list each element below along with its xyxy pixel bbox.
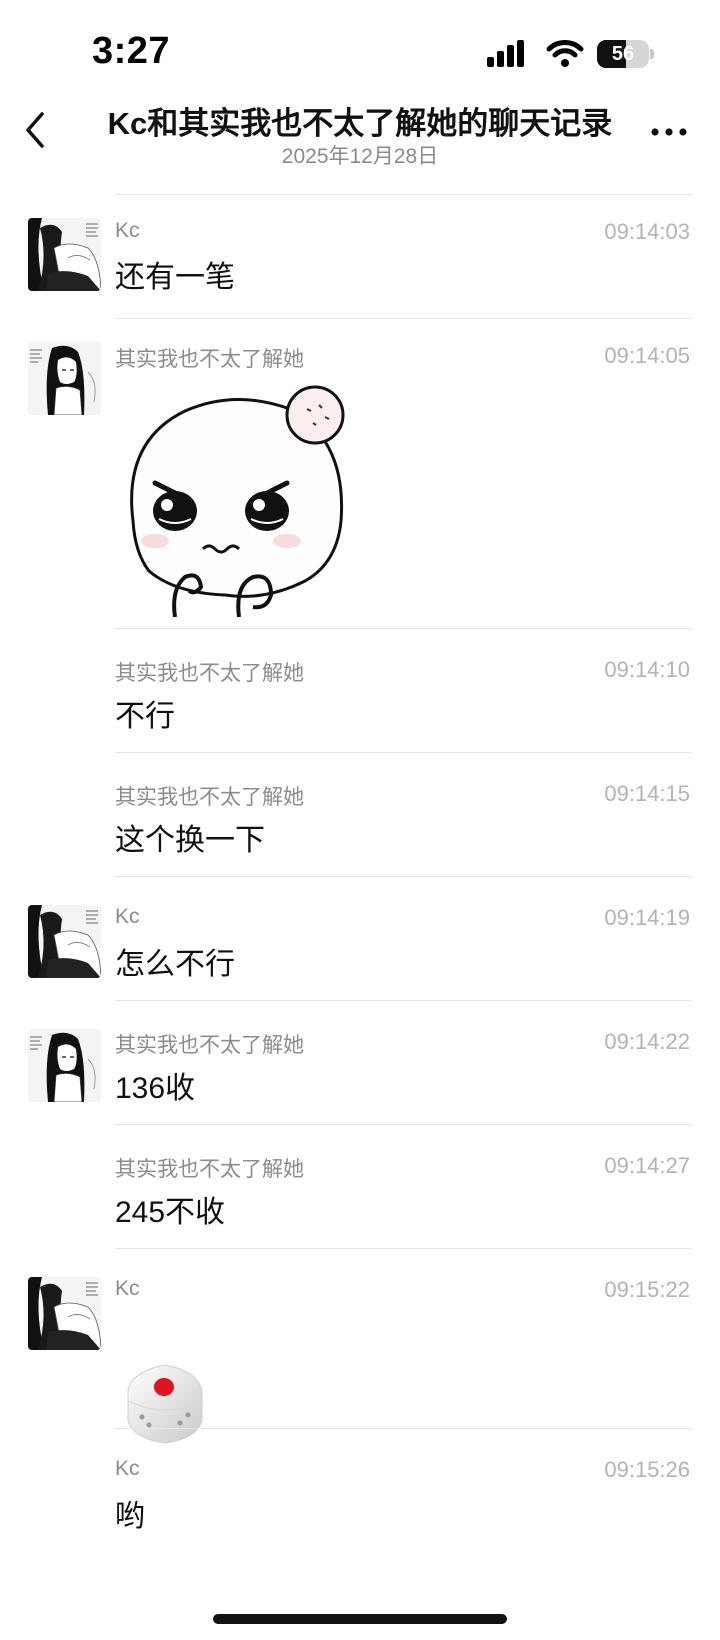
message-time: 09:14:19 xyxy=(604,905,690,930)
nav-header: Kc和其实我也不太了解她的聊天记录 2025年12月28日 xyxy=(0,90,720,180)
battery-body: 56 xyxy=(597,40,649,68)
message-sender: 其实我也不太了解她 xyxy=(115,348,304,371)
avatar[interactable] xyxy=(28,1029,101,1102)
back-button[interactable] xyxy=(20,108,50,152)
message-time: 09:14:10 xyxy=(604,657,690,682)
chevron-left-icon xyxy=(26,112,44,148)
avatar[interactable] xyxy=(28,905,101,978)
message-text: 哟 xyxy=(115,1500,145,1533)
message-time: 09:14:22 xyxy=(604,1029,690,1054)
message-list: Kc 09:14:03 还有一笔 其实我也不太了解她 09:14:05 其实我也… xyxy=(0,195,720,1553)
more-horizontal-icon[interactable] xyxy=(649,122,689,142)
angry-crying-mochi-sticker[interactable] xyxy=(115,381,351,617)
message-item[interactable]: Kc 09:15:26 哟 xyxy=(0,1429,720,1553)
message-item[interactable]: 其实我也不太了解她 09:14:05 xyxy=(0,319,720,629)
message-sender: Kc xyxy=(115,1457,140,1480)
message-time: 09:15:26 xyxy=(604,1457,690,1482)
battery-indicator: 56 xyxy=(597,40,654,68)
message-sender: Kc xyxy=(115,1277,140,1300)
avatar[interactable] xyxy=(28,1277,101,1350)
message-sender: 其实我也不太了解她 xyxy=(115,1034,304,1057)
status-bar: 3:27 56 xyxy=(0,0,720,100)
page-title: Kc和其实我也不太了解她的聊天记录 xyxy=(107,106,613,141)
message-time: 09:14:05 xyxy=(604,343,690,368)
message-sender: Kc xyxy=(115,219,140,242)
dice-pip xyxy=(154,1378,174,1396)
home-indicator[interactable] xyxy=(213,1614,507,1624)
message-sender: 其实我也不太了解她 xyxy=(115,662,304,685)
message-text: 不行 xyxy=(115,700,175,733)
message-item[interactable]: 其实我也不太了解她 09:14:27 245不收 xyxy=(0,1125,720,1249)
message-time: 09:15:22 xyxy=(604,1277,690,1302)
message-time: 09:14:27 xyxy=(604,1153,690,1178)
chat-date: 2025年12月28日 xyxy=(281,145,439,168)
message-item[interactable]: Kc 09:14:03 还有一笔 xyxy=(0,195,720,319)
message-text: 245不收 xyxy=(115,1196,226,1229)
message-sender: 其实我也不太了解她 xyxy=(115,786,304,809)
message-sender: 其实我也不太了解她 xyxy=(115,1158,304,1181)
battery-percentage: 56 xyxy=(611,43,635,65)
message-text: 还有一笔 xyxy=(115,261,235,294)
message-time: 09:14:15 xyxy=(604,781,690,806)
avatar[interactable] xyxy=(28,342,101,415)
avatar[interactable] xyxy=(28,218,101,291)
message-sender: Kc xyxy=(115,905,140,928)
wifi-icon xyxy=(546,40,584,67)
status-time: 3:27 xyxy=(92,30,171,72)
message-item[interactable]: Kc 09:15:22 xyxy=(0,1249,720,1444)
battery-cap xyxy=(650,49,654,59)
message-item[interactable]: 其实我也不太了解她 09:14:10 不行 xyxy=(0,629,720,753)
message-item[interactable]: 其实我也不太了解她 09:14:22 136收 xyxy=(0,1001,720,1125)
cellular-signal-icon xyxy=(487,40,524,67)
message-item[interactable]: Kc 09:14:19 怎么不行 xyxy=(0,877,720,1001)
message-time: 09:14:03 xyxy=(604,219,690,244)
message-text: 这个换一下 xyxy=(115,824,265,857)
message-item[interactable]: 其实我也不太了解她 09:14:15 这个换一下 xyxy=(0,753,720,877)
message-text: 怎么不行 xyxy=(115,948,235,981)
message-text: 136收 xyxy=(115,1072,196,1105)
